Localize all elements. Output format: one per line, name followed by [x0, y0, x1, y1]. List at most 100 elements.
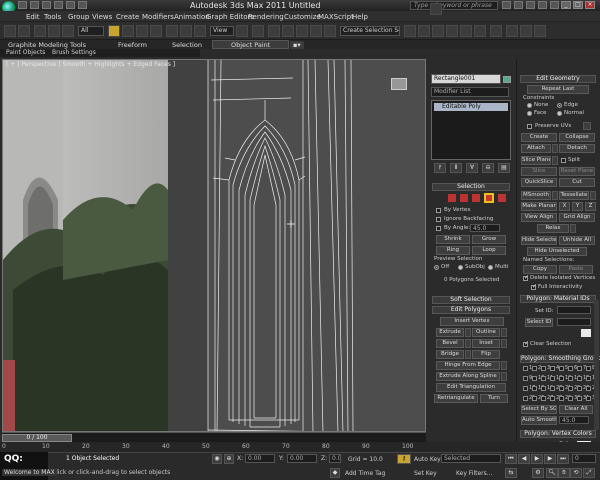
select-id-button[interactable]: Select ID	[525, 318, 553, 327]
msmooth-settings-icon[interactable]	[552, 191, 558, 200]
smoothing-group-checkbox[interactable]	[550, 376, 555, 381]
viewport-label[interactable]: [ + ] Perspective ] Smooth + Highlights …	[6, 61, 175, 68]
key-icon[interactable]: ⚷	[397, 454, 411, 464]
bevel-button[interactable]: Bevel	[436, 339, 464, 348]
align-icon[interactable]	[418, 25, 430, 37]
open-file-icon[interactable]	[30, 1, 39, 9]
smoothing-group-checkbox[interactable]	[523, 366, 528, 371]
smoothing-group-checkbox[interactable]	[577, 396, 582, 401]
named-selection-dropdown[interactable]: Create Selection Se	[340, 26, 400, 36]
tessellate-settings-icon[interactable]	[590, 191, 596, 200]
time-slider-thumb[interactable]: 0 / 100	[2, 434, 72, 442]
reset-plane-button[interactable]: Reset Plane	[559, 167, 595, 176]
pin-stack-icon[interactable]: ⫯	[434, 163, 446, 173]
modifier-stack-item[interactable]: Editable Poly	[434, 103, 508, 111]
unlink-icon[interactable]	[48, 25, 60, 37]
rendered-frame-icon[interactable]	[520, 25, 532, 37]
paste-selection-button[interactable]: Paste	[559, 265, 593, 274]
pivot-center-icon[interactable]	[236, 25, 248, 37]
isolate-selection-icon[interactable]: ◉	[212, 454, 222, 464]
extrude-along-spline-button[interactable]: Extrude Along Spline	[436, 372, 500, 381]
smoothing-group-checkbox[interactable]	[568, 366, 573, 371]
flip-button[interactable]: Flip	[472, 350, 500, 359]
remove-modifier-icon[interactable]: ⊖	[482, 163, 494, 173]
configure-modifier-sets-icon[interactable]: ▤	[498, 163, 510, 173]
key-filters-button[interactable]: Key Filters...	[456, 470, 493, 477]
mirror-icon[interactable]	[404, 25, 416, 37]
slice-plane-button[interactable]: Slice Plane	[521, 156, 551, 165]
selection-filter-dropdown[interactable]: All	[78, 26, 104, 36]
smoothing-group-checkbox[interactable]	[577, 386, 582, 391]
smoothing-group-checkbox[interactable]	[577, 376, 582, 381]
redo-icon[interactable]	[66, 1, 75, 9]
show-end-result-icon[interactable]: Ⅱ	[450, 163, 462, 173]
menu-tools[interactable]: Tools	[44, 13, 61, 21]
next-frame-icon[interactable]: ▶	[544, 454, 556, 464]
detach-button[interactable]: Detach	[559, 144, 595, 153]
create-button[interactable]: Create	[521, 133, 557, 142]
outline-settings-icon[interactable]	[501, 328, 507, 337]
hinge-settings-icon[interactable]	[501, 361, 507, 370]
add-time-tag-icon[interactable]: ◆	[330, 468, 340, 478]
selection-rollout-header[interactable]: Selection	[432, 183, 510, 191]
smoothing-group-checkbox[interactable]	[523, 376, 528, 381]
rectangular-selection-icon[interactable]	[136, 25, 148, 37]
undo-tool-icon[interactable]	[4, 25, 16, 37]
extrude-spline-settings-icon[interactable]	[501, 372, 507, 381]
tab-graphite-modeling-tools[interactable]: Graphite Modeling Tools	[8, 41, 86, 49]
auto-smooth-button[interactable]: Auto Smooth	[521, 416, 557, 425]
inset-settings-icon[interactable]	[501, 339, 507, 348]
smoothing-group-checkbox[interactable]	[532, 386, 537, 391]
collapse-button[interactable]: Collapse	[559, 133, 595, 142]
play-icon[interactable]: ▶	[531, 454, 543, 464]
planar-y-button[interactable]: Y	[572, 202, 583, 211]
object-color-swatch[interactable]	[503, 76, 511, 83]
menu-create[interactable]: Create	[116, 13, 139, 21]
maximize-viewport-icon[interactable]: ⤢	[583, 468, 595, 478]
smoothing-groups-rollout-header[interactable]: Polygon: Smoothing Groups	[520, 355, 600, 363]
repeat-last-button[interactable]: Repeat Last	[527, 85, 589, 94]
go-to-start-icon[interactable]: ⏮	[505, 454, 517, 464]
bridge-settings-icon[interactable]	[465, 350, 471, 359]
menu-edit[interactable]: Edit	[26, 13, 40, 21]
previous-frame-icon[interactable]: ◀	[518, 454, 530, 464]
manipulate-icon[interactable]	[252, 25, 264, 37]
smoothing-group-checkbox[interactable]	[532, 376, 537, 381]
menu-animation[interactable]: Animation	[174, 13, 210, 21]
smoothing-group-checkbox[interactable]	[559, 396, 564, 401]
smoothing-group-checkbox[interactable]	[577, 366, 582, 371]
smoothing-group-checkbox[interactable]	[559, 386, 564, 391]
edit-polygons-rollout-header[interactable]: Edit Polygons	[432, 306, 510, 314]
go-to-end-icon[interactable]: ⏭	[557, 454, 569, 464]
select-by-sg-button[interactable]: Select By SG	[521, 405, 557, 414]
outline-button[interactable]: Outline	[472, 328, 500, 337]
layer-manager-icon[interactable]	[432, 25, 444, 37]
absolute-mode-icon[interactable]: ⊕	[224, 454, 234, 464]
constraint-face-radio[interactable]	[527, 111, 532, 116]
search-input[interactable]: Type a keyword or phrase	[410, 1, 498, 10]
menu-customize[interactable]: Customize	[284, 13, 321, 21]
edit-geometry-rollout-header[interactable]: Edit Geometry	[520, 75, 596, 83]
tab-selection[interactable]: Selection	[172, 41, 202, 49]
viewcube-icon[interactable]	[391, 78, 407, 90]
delete-isolated-vertices-checkbox[interactable]	[523, 274, 529, 281]
menu-graph-editors[interactable]: Graph Editors	[206, 13, 254, 21]
smoothing-group-checkbox[interactable]	[568, 396, 573, 401]
move-icon[interactable]	[166, 25, 178, 37]
copy-selection-button[interactable]: Copy	[523, 265, 557, 274]
constraint-edge-radio[interactable]	[557, 103, 562, 108]
shrink-button[interactable]: Shrink	[436, 235, 470, 244]
select-by-name-icon[interactable]	[122, 25, 134, 37]
current-frame-field[interactable]: 0	[572, 454, 596, 463]
menu-views[interactable]: Views	[92, 13, 112, 21]
schematic-view-icon[interactable]	[474, 25, 486, 37]
material-swatch[interactable]	[581, 329, 591, 337]
percent-snap-icon[interactable]	[296, 25, 308, 37]
smoothing-group-checkbox[interactable]	[586, 366, 591, 371]
subtab-brush-settings[interactable]: Brush Settings	[52, 49, 96, 56]
loop-button[interactable]: Loop	[472, 246, 506, 255]
scale-icon[interactable]	[194, 25, 206, 37]
set-key-button[interactable]: Set Key	[414, 470, 437, 477]
perspective-viewport[interactable]: [ + ] Perspective ] Smooth + Highlights …	[2, 59, 426, 432]
communication-center-icon[interactable]	[526, 1, 535, 9]
